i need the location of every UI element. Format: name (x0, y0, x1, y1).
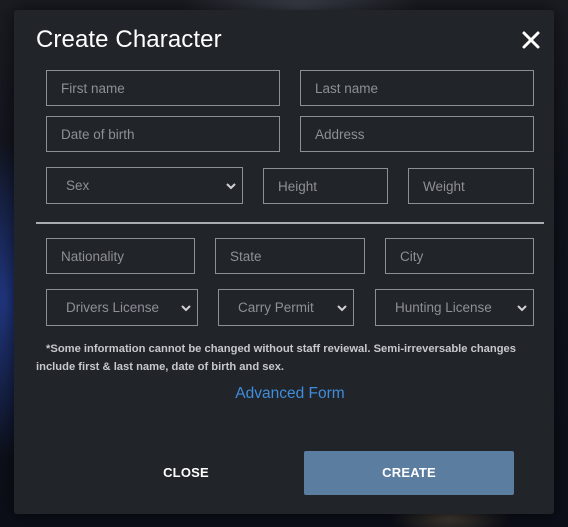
chevron-down-icon (516, 302, 528, 314)
weight-input[interactable] (408, 168, 534, 204)
last-name-input[interactable] (300, 70, 534, 106)
staff-review-notice: *Some information cannot be changed with… (36, 343, 516, 373)
sex-select[interactable]: Sex (46, 167, 243, 204)
city-input[interactable] (385, 238, 534, 274)
drivers-license-select-value: Drivers License (66, 300, 160, 315)
hunting-license-select[interactable]: Hunting License (375, 289, 534, 326)
sex-select-value: Sex (66, 178, 90, 193)
chevron-down-icon (180, 302, 192, 314)
section-divider (36, 222, 544, 224)
chevron-down-icon (225, 180, 237, 192)
date-of-birth-input[interactable] (46, 116, 280, 152)
carry-permit-select[interactable]: Carry Permit (218, 289, 354, 326)
close-x-icon[interactable] (519, 28, 543, 52)
advanced-form-link[interactable]: Advanced Form (14, 385, 566, 403)
height-input[interactable] (263, 168, 388, 204)
first-name-input[interactable] (46, 70, 280, 106)
modal-title: Create Character (36, 26, 222, 53)
address-input[interactable] (300, 116, 534, 152)
drivers-license-select[interactable]: Drivers License (46, 289, 198, 326)
carry-permit-select-value: Carry Permit (238, 300, 314, 315)
nationality-input[interactable] (46, 238, 195, 274)
close-button[interactable]: CLOSE (136, 455, 236, 491)
hunting-license-select-value: Hunting License (395, 300, 492, 315)
create-button[interactable]: CREATE (304, 451, 514, 495)
state-input[interactable] (215, 238, 365, 274)
chevron-down-icon (336, 302, 348, 314)
create-character-modal: Create Character Sex Drivers License (14, 10, 554, 514)
